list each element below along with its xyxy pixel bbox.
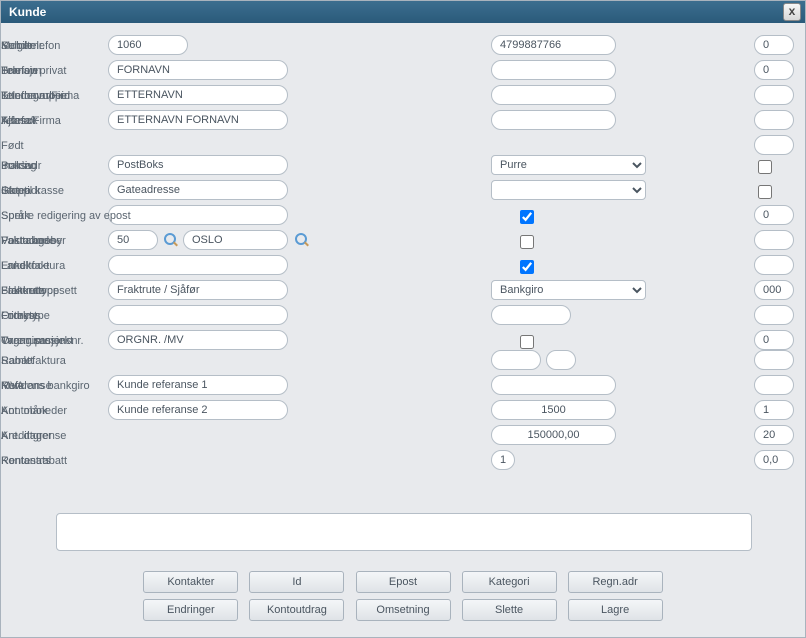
enkeltfaktura-checkbox[interactable] — [520, 260, 534, 274]
form-body: Kundenr. Fornavn Etternavn/Firma Alfasøk… — [1, 23, 805, 637]
landkode-label: Landkode — [1, 260, 96, 272]
kjonn-label: Kjønn/Firma — [1, 115, 96, 127]
kredittgrense-field[interactable] — [491, 425, 616, 445]
rentesats-field[interactable] — [491, 450, 515, 470]
sperreepost-checkbox[interactable] — [520, 210, 534, 224]
sprak-field[interactable] — [754, 205, 794, 225]
stopp-select[interactable] — [491, 180, 646, 200]
inaktiv-label: Inaktiv — [1, 160, 96, 172]
poststed-field[interactable] — [183, 230, 288, 250]
mva-label: MVA — [1, 380, 96, 392]
valutakode-field[interactable] — [754, 230, 794, 250]
bransje-field[interactable] — [754, 60, 794, 80]
search-icon[interactable] — [294, 232, 310, 248]
fodt-label: Født — [1, 140, 96, 152]
fornyes-field[interactable] — [754, 305, 794, 325]
endringer-button[interactable]: Endringer — [143, 599, 238, 621]
antdager-field[interactable] — [754, 425, 794, 445]
kundegruppe-field[interactable] — [754, 85, 794, 105]
tlfpriv-field[interactable] — [491, 60, 616, 80]
rabatt-label: Rabatt — [1, 355, 96, 367]
inaktiv-checkbox[interactable] — [758, 160, 772, 174]
antmnd-field[interactable] — [754, 400, 794, 420]
fornyes-label: Fornyes — [1, 310, 96, 322]
ikketilkasse-checkbox[interactable] — [758, 185, 772, 199]
valutakode-label: Valutakode — [1, 235, 96, 247]
search-icon[interactable] — [163, 232, 179, 248]
selger-label: Selger — [1, 40, 96, 52]
mva-field[interactable] — [754, 375, 794, 395]
antmnd-label: Ant. måneder — [1, 405, 96, 417]
bransje-label: Bransje — [1, 65, 96, 77]
landkode-field[interactable] — [754, 255, 794, 275]
window-title: Kunde — [9, 5, 46, 19]
regnadr-button[interactable]: Regn.adr — [568, 571, 663, 593]
antdager-label: Ant. dager — [1, 430, 96, 442]
blankett-field[interactable] — [754, 280, 794, 300]
omsetning-button[interactable]: Omsetning — [356, 599, 451, 621]
kjonn-field[interactable] — [754, 110, 794, 130]
kontantrabatt-field[interactable] — [754, 450, 794, 470]
kategori-button[interactable]: Kategori — [462, 571, 557, 593]
blankett-label: Blankettoppsett — [1, 285, 96, 297]
customer-window: Kunde x Kundenr. Fornavn Etternavn/Firma… — [0, 0, 806, 638]
kontoutdrag-button[interactable]: Kontoutdrag — [249, 599, 344, 621]
tvangprosjekt-checkbox[interactable] — [520, 335, 534, 349]
kontobok-field[interactable] — [491, 400, 616, 420]
rabatt-field[interactable] — [754, 350, 794, 370]
sprak-label: Språk — [1, 210, 96, 222]
fakturatype-select[interactable]: Bankgiro — [491, 280, 646, 300]
fakturagebyr-checkbox[interactable] — [520, 235, 534, 249]
titlebar: Kunde x — [1, 1, 805, 23]
kundensbankgiro-field[interactable] — [491, 375, 616, 395]
samlefaktura1-field[interactable] — [491, 350, 541, 370]
tlfarb-field[interactable] — [491, 85, 616, 105]
kontakter-button[interactable]: Kontakter — [143, 571, 238, 593]
ordretype-field[interactable] — [491, 305, 571, 325]
close-button[interactable]: x — [783, 3, 801, 21]
ikketilkasse-label: Ikke til kasse — [1, 185, 96, 197]
notes-box[interactable] — [56, 513, 752, 551]
samlefaktura2-field[interactable] — [546, 350, 576, 370]
fodt-field[interactable] — [754, 135, 794, 155]
mobil-field[interactable] — [491, 35, 616, 55]
epost-button[interactable]: Epost — [356, 571, 451, 593]
slette-button[interactable]: Slette — [462, 599, 557, 621]
selger-field[interactable] — [754, 35, 794, 55]
purring-select[interactable]: Purre — [491, 155, 646, 175]
id-button[interactable]: Id — [249, 571, 344, 593]
kundegruppe-label: Kundegruppe — [1, 90, 96, 102]
lagre-button[interactable]: Lagre — [568, 599, 663, 621]
varenummer-field[interactable] — [754, 330, 794, 350]
kontantrabatt-label: Kontantrabatt — [1, 455, 96, 467]
telefax-field[interactable] — [491, 110, 616, 130]
varenummer-label: Varenummer — [1, 335, 96, 347]
